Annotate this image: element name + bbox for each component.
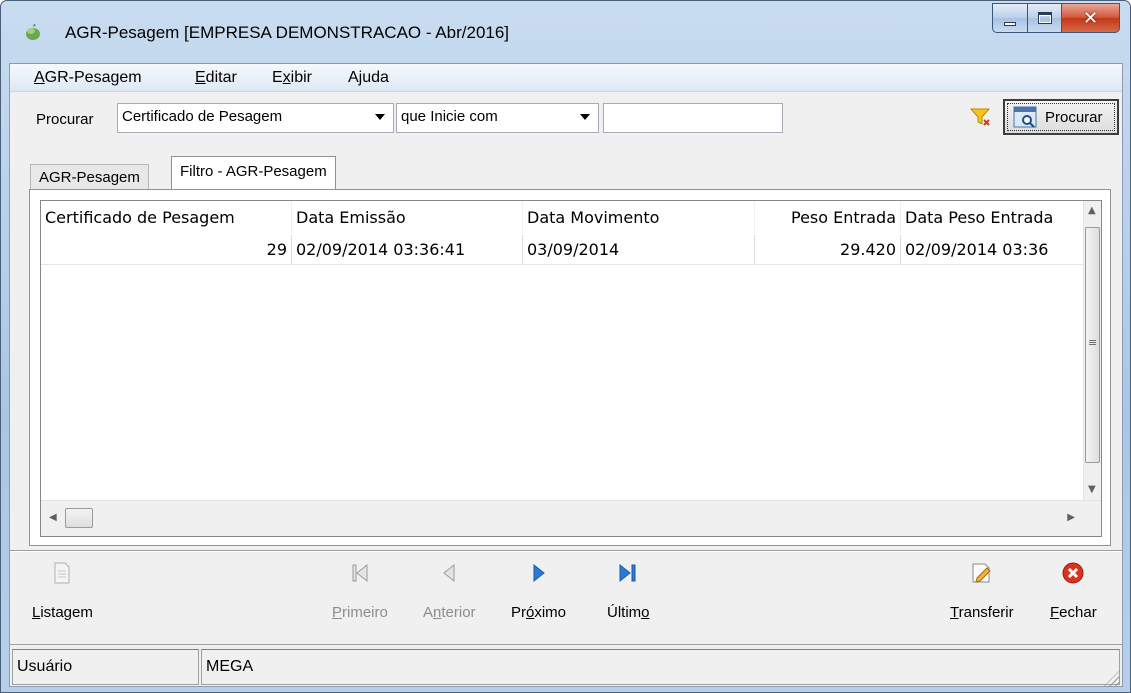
tab-filtro-agr-pesagem[interactable]: Filtro - AGR-Pesagem [171, 156, 336, 191]
chevron-down-icon [375, 114, 385, 120]
maximize-icon [1037, 12, 1052, 24]
grip-icon: ≡ [1088, 336, 1098, 349]
maximize-button[interactable] [1028, 3, 1062, 33]
column-header[interactable]: Data Peso Entrada [901, 201, 1085, 233]
search-input[interactable] [603, 103, 783, 133]
chevron-down-icon [580, 114, 590, 120]
table-cell: 29 [41, 235, 292, 265]
grid-header: Certificado de Pesagem Data Emissão Data… [41, 201, 1085, 233]
listagem-button[interactable]: Listagem [32, 560, 93, 621]
search-field-select[interactable]: Certificado de Pesagem [117, 103, 394, 133]
column-header[interactable]: Peso Entrada [755, 201, 901, 233]
transferir-button[interactable]: Transferir [950, 560, 1014, 621]
client-area: AGR-Pesagem Editar Exibir Ajuda Procurar… [9, 63, 1123, 687]
minimize-button[interactable] [992, 3, 1028, 33]
scroll-up-icon[interactable]: ▲ [1088, 205, 1096, 216]
horizontal-scroll-thumb[interactable] [65, 508, 93, 528]
status-user-label: Usuário [12, 649, 199, 685]
column-header[interactable]: Certificado de Pesagem [41, 201, 292, 233]
primeiro-button[interactable]: Primeiro [332, 560, 388, 621]
close-circle-icon [1062, 562, 1084, 584]
scroll-down-icon[interactable]: ▼ [1088, 484, 1096, 495]
vertical-scrollbar[interactable]: ▲ ≡ ▼ [1083, 201, 1101, 501]
vertical-scroll-thumb[interactable]: ≡ [1085, 227, 1100, 463]
tab-panel: Certificado de Pesagem Data Emissão Data… [29, 189, 1111, 546]
search-toolbar: Procurar Certificado de Pesagem que Inic… [10, 92, 1122, 138]
menu-bar: AGR-Pesagem Editar Exibir Ajuda [10, 64, 1122, 92]
menu-exibir[interactable]: Exibir [272, 69, 312, 87]
menu-agr-pesagem[interactable]: AGR-Pesagem [34, 69, 142, 87]
search-mode-select[interactable]: que Inicie com [396, 103, 599, 133]
horizontal-scrollbar[interactable]: ◀ ▶ [41, 500, 1101, 536]
menu-editar[interactable]: Editar [195, 69, 237, 87]
tab-agr-pesagem[interactable]: AGR-Pesagem [30, 164, 149, 190]
app-window: AGR-Pesagem [EMPRESA DEMONSTRACAO - Abr/… [0, 0, 1131, 693]
navigation-bar: Listagem Primeiro Anterior Próximo Últim… [10, 554, 1122, 640]
search-button[interactable]: Procurar [1003, 99, 1119, 135]
table-cell: 03/09/2014 [523, 235, 755, 265]
anterior-button[interactable]: Anterior [423, 560, 476, 621]
status-bar: Usuário MEGA [10, 644, 1122, 688]
scroll-right-icon[interactable]: ▶ [1067, 512, 1075, 523]
edit-document-icon [972, 563, 991, 583]
tab-strip: AGR-Pesagem Filtro - AGR-Pesagem [10, 150, 1122, 191]
divider [10, 550, 1122, 552]
previous-icon [443, 563, 455, 583]
column-header[interactable]: Data Movimento [523, 201, 755, 233]
first-icon [352, 563, 368, 583]
proximo-button[interactable]: Próximo [511, 560, 566, 621]
minimize-icon [1004, 22, 1016, 26]
table-cell: 02/09/2014 03:36:41 [292, 235, 523, 265]
close-window-button[interactable]: ✕ [1062, 3, 1120, 33]
fechar-button[interactable]: Fechar [1050, 560, 1097, 621]
menu-ajuda[interactable]: Ajuda [348, 69, 389, 87]
table-cell: 29.420 [755, 235, 901, 265]
status-user-value: MEGA [201, 649, 1120, 685]
column-header[interactable]: Data Emissão [292, 201, 523, 233]
title-bar[interactable]: AGR-Pesagem [EMPRESA DEMONSTRACAO - Abr/… [1, 1, 1130, 63]
leaf-icon [26, 24, 40, 40]
document-icon [54, 562, 70, 584]
table-cell: 02/09/2014 03:36 [901, 235, 1085, 265]
window-title: AGR-Pesagem [EMPRESA DEMONSTRACAO - Abr/… [65, 23, 510, 42]
table-row[interactable]: 29 02/09/2014 03:36:41 03/09/2014 29.420… [41, 235, 1085, 265]
next-icon [533, 563, 545, 583]
scroll-left-icon[interactable]: ◀ [49, 512, 57, 523]
results-grid[interactable]: Certificado de Pesagem Data Emissão Data… [40, 200, 1102, 537]
funnel-icon[interactable] [970, 108, 990, 126]
ultimo-button[interactable]: Último [607, 560, 650, 621]
search-label: Procurar [36, 111, 94, 128]
close-icon: ✕ [1082, 7, 1099, 29]
last-icon [619, 563, 636, 583]
search-window-icon [1013, 106, 1037, 128]
